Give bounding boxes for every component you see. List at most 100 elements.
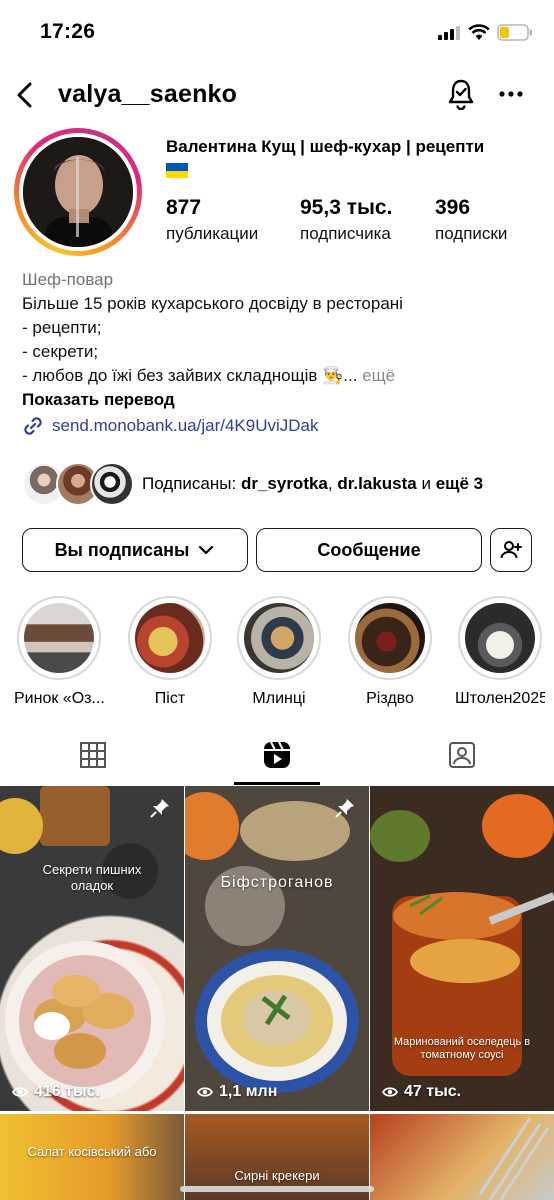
highlight-item[interactable]: Піст [125, 596, 215, 708]
followed-by-separator: , [327, 474, 333, 493]
highlight-cover [244, 603, 314, 673]
followed-by-prefix: Подписаны: [142, 474, 237, 493]
reel-views-count: 1,1 млн [219, 1083, 278, 1100]
profile-avatar[interactable] [14, 128, 142, 256]
highlight-label: Млинці [252, 690, 306, 707]
bio-category: Шеф-повар [22, 270, 114, 289]
reel-title: Секрети пишних оладок [42, 862, 142, 893]
reel-image-pancakes [0, 786, 165, 1101]
notification-bell-icon[interactable] [446, 78, 476, 110]
highlight-label: Різдво [366, 690, 414, 707]
reel-image-stroganoff [185, 786, 369, 1111]
more-options-icon[interactable] [496, 84, 526, 104]
reel-views: 416 тыс. [12, 1083, 100, 1101]
bio-line: - секрети; [22, 342, 99, 361]
following-button-label: Вы подписаны [54, 539, 190, 560]
back-arrow-icon[interactable] [14, 80, 38, 110]
bio-external-link[interactable]: send.monobank.ua/jar/4K9UviJDak [22, 414, 542, 438]
eye-icon [12, 1087, 28, 1097]
highlight-item[interactable]: Млинці [234, 596, 324, 708]
link-icon [24, 417, 42, 435]
following-button[interactable]: Вы подписаны [22, 528, 248, 572]
pin-icon [150, 799, 169, 818]
profile-full-name: Валентина Кущ | шеф-кухар | рецепти [166, 136, 546, 180]
battery-icon [497, 24, 532, 41]
follower-avatar [90, 462, 134, 506]
ukraine-flag-icon [166, 163, 188, 179]
profile-username: valya__saenko [58, 80, 238, 108]
reel-thumbnail[interactable]: Секрети пишних оладок 416 тыс. [0, 786, 184, 1111]
reel-views: 1,1 млн [197, 1083, 277, 1101]
reel-title: Біфстроганов [220, 874, 334, 891]
profile-header: valya__saenko [0, 66, 554, 126]
highlight-item[interactable]: Різдво [345, 596, 435, 708]
stat-posts[interactable]: 877 публикации [166, 196, 258, 244]
followers-label: подписчика [300, 224, 391, 243]
followed-by-and: и [421, 474, 431, 493]
followed-by-user: dr.lakusta [337, 474, 417, 493]
followed-by-row[interactable]: Подписаны: dr_syrotka, dr.lakusta и ещё … [22, 460, 542, 510]
status-bar: 17:26 [0, 0, 554, 66]
cellular-signal-icon [438, 26, 460, 40]
highlight-item[interactable]: Ринок «Оз... [14, 596, 104, 708]
following-label: подписки [435, 224, 508, 243]
pin-icon [335, 799, 354, 818]
reel-thumbnail[interactable]: Біфстроганов 1,1 млн [185, 786, 369, 1111]
wifi-icon [468, 24, 490, 40]
grid-tab-icon[interactable] [78, 740, 108, 770]
reel-title: Маринований оселедець в томатному соусі [393, 1036, 531, 1061]
reel-title: Салат косівський або [27, 1144, 157, 1159]
highlight-label: Штолен2025 [455, 690, 545, 707]
posts-count: 877 [166, 196, 202, 219]
show-translation-link[interactable]: Показать перевод [22, 388, 542, 412]
followers-count: 95,3 тыс. [300, 196, 393, 219]
reels-grid: Секрети пишних оладок 416 тыс. Біфстрога… [0, 786, 554, 1200]
reel-image-herring [370, 786, 554, 1111]
suggested-users-button[interactable] [490, 528, 532, 572]
bio-link-text: send.monobank.ua/jar/4K9UviJDak [52, 416, 319, 435]
bio-line: - рецепти; [22, 318, 102, 337]
home-indicator [180, 1186, 374, 1192]
full-name-text: Валентина Кущ | шеф-кухар | рецепти [166, 137, 485, 156]
following-count: 396 [435, 196, 471, 219]
reel-thumbnail[interactable]: Салат косівський або [0, 1114, 184, 1200]
reel-views: 47 тыс. [382, 1083, 461, 1101]
bio-line: Більше 15 років кухарського досвіду в ре… [22, 294, 403, 313]
eye-icon [197, 1087, 213, 1097]
message-button-label: Сообщение [317, 539, 421, 560]
profile-tabs [0, 724, 554, 786]
add-person-icon [500, 541, 522, 559]
followed-by-user: dr_syrotka [240, 474, 328, 493]
chevron-down-icon [199, 545, 214, 555]
bio-line: - любов до їжі без зайвих складнощів 👨‍🍳… [22, 364, 542, 388]
eye-icon [382, 1087, 398, 1097]
reel-thumbnail[interactable]: Маринований оселедець в томатному соусі … [370, 786, 554, 1111]
reel-views-count: 416 тыс. [34, 1083, 100, 1100]
avatar-portrait [23, 137, 133, 247]
reel-title: Сирні крекери [234, 1168, 320, 1183]
highlight-label: Ринок «Оз... [14, 690, 104, 707]
highlight-cover [24, 603, 94, 673]
tagged-tab-icon[interactable] [447, 740, 477, 770]
followed-by-text: Подписаны: dr_syrotka, dr.lakusta и ещё … [142, 474, 483, 494]
stat-followers[interactable]: 95,3 тыс. подписчика [300, 196, 392, 244]
posts-label: публикации [166, 224, 259, 243]
active-tab-indicator [234, 782, 320, 785]
highlight-cover [355, 603, 425, 673]
highlight-item[interactable]: Штолен2025 [455, 596, 545, 708]
stat-following[interactable]: 396 подписки [435, 196, 507, 244]
reel-thumbnail[interactable] [370, 1114, 554, 1200]
highlight-label: Піст [154, 690, 186, 707]
status-time: 17:26 [40, 20, 96, 43]
reel-views-count: 47 тыс. [404, 1083, 462, 1100]
avatar-photo [23, 137, 133, 247]
message-button[interactable]: Сообщение [256, 528, 482, 572]
highlight-cover [465, 603, 535, 673]
bio-line-text: - любов до їжі без зайвих складнощів 👨‍🍳… [22, 366, 358, 385]
reel-image-fork [478, 1117, 550, 1200]
reels-tab-icon[interactable] [262, 740, 292, 770]
followed-by-more: ещё 3 [435, 474, 484, 493]
highlight-cover [135, 603, 205, 673]
bio-more-link[interactable]: ещё [362, 366, 395, 385]
profile-bio: Шеф-повар Більше 15 років кухарського до… [22, 268, 542, 438]
